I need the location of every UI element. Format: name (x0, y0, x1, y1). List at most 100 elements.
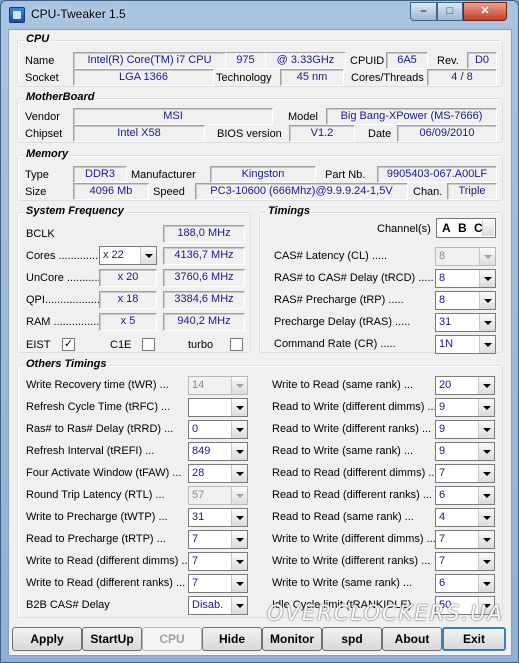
turbo-label: turbo (188, 339, 214, 351)
ram-frequency-value: 940,2 MHz (163, 313, 245, 331)
chevron-down-icon[interactable] (231, 553, 247, 570)
chevron-down-icon[interactable] (479, 336, 495, 353)
bios-version-value: V1.2 (289, 125, 355, 142)
other-right-select-6[interactable]: 6 (435, 486, 495, 505)
chevron-down-icon[interactable] (231, 377, 247, 394)
chevron-down-icon[interactable] (479, 270, 495, 287)
chevron-down-icon[interactable] (478, 509, 494, 526)
chevron-down-icon[interactable] (478, 575, 494, 592)
other-right-select-8[interactable]: 7 (435, 530, 495, 549)
timing-select-1[interactable]: 8 (435, 247, 496, 266)
vendor-label: Vendor (25, 111, 60, 123)
chevron-down-icon[interactable] (478, 399, 494, 416)
other-right-select-10[interactable]: 6 (435, 574, 495, 593)
chevron-down-icon[interactable] (231, 443, 247, 460)
maximize-button[interactable]: □ (437, 2, 463, 21)
other-left-select-6[interactable]: 57 (188, 486, 248, 505)
timing-select-3[interactable]: 8 (435, 291, 496, 310)
other-left-select-2[interactable] (188, 398, 248, 417)
chevron-down-icon[interactable] (479, 248, 495, 265)
chevron-down-icon[interactable] (140, 247, 156, 264)
chevron-down-icon[interactable] (231, 399, 247, 416)
cores-multiplier-text: x 22 (103, 249, 124, 261)
chevron-down-icon[interactable] (231, 487, 247, 504)
other-left-select-1[interactable]: 14 (188, 376, 248, 395)
other-right-select-2[interactable]: 9 (435, 398, 495, 417)
ram-multiplier-value: x 5 (99, 313, 157, 331)
vendor-value: MSI (73, 108, 273, 125)
other-right-select-1[interactable]: 20 (435, 376, 495, 395)
chevron-down-icon[interactable] (478, 531, 494, 548)
cores-threads-label: Cores/Threads (351, 72, 424, 84)
other-left-select-9[interactable]: 7 (188, 552, 248, 571)
chevron-down-icon[interactable] (231, 597, 247, 614)
other-right-select-9[interactable]: 7 (435, 552, 495, 571)
other-right-select-7[interactable]: 4 (435, 508, 495, 527)
eist-checkbox[interactable]: ✓ (62, 338, 75, 351)
chevron-down-icon[interactable] (231, 465, 247, 482)
monitor-button[interactable]: Monitor (262, 627, 322, 651)
chevron-down-icon[interactable] (482, 220, 494, 236)
mb-model-label: Model (288, 111, 318, 123)
other-left-select-4[interactable]: 849 (188, 442, 248, 461)
chipset-value: Intel X58 (73, 125, 205, 142)
title-bar[interactable]: CPU-Tweaker 1.5 – □ ✕ (1, 1, 518, 29)
spd-button[interactable]: spd (322, 627, 382, 651)
other-left-label-3: Ras# to Ras# Delay (tRRD) ... (26, 423, 174, 435)
hide-button[interactable]: Hide (202, 627, 262, 651)
memory-type-label: Type (25, 169, 49, 181)
chevron-down-icon[interactable] (478, 377, 494, 394)
other-right-select-5[interactable]: 7 (435, 464, 495, 483)
chevron-down-icon[interactable] (231, 421, 247, 438)
cpuid-value: 6A5 (386, 52, 428, 69)
other-right-select-2-text: 9 (439, 401, 446, 413)
watermark-text: OVERCLOCKERS.UA (267, 601, 505, 625)
chevron-down-icon[interactable] (478, 421, 494, 438)
other-right-select-9-text: 7 (439, 555, 446, 567)
chevron-down-icon[interactable] (478, 465, 494, 482)
c1e-checkbox[interactable] (142, 338, 155, 351)
timings-group: Timings Channel(s) A B C CAS# Latency (C… (259, 205, 503, 354)
apply-button[interactable]: Apply (12, 627, 82, 651)
other-left-select-7[interactable]: 31 (188, 508, 248, 527)
turbo-checkbox[interactable] (230, 338, 243, 351)
other-left-select-5[interactable]: 28 (188, 464, 248, 483)
cpu-button[interactable]: CPU (142, 627, 202, 651)
other-left-select-3[interactable]: 0 (188, 420, 248, 439)
part-number-value: 9905403-067.A00LF (377, 166, 497, 183)
motherboard-group: MotherBoard Vendor MSI Model Big Bang-XP… (17, 91, 503, 143)
channel-a-button[interactable]: A (442, 219, 451, 237)
chevron-down-icon[interactable] (231, 575, 247, 592)
bios-date-value: 06/09/2010 (397, 125, 497, 142)
minimize-button[interactable]: – (410, 2, 437, 21)
manufacturer-label: Manufacturer (131, 169, 196, 181)
cpu-tweaker-app-icon[interactable] (9, 7, 25, 23)
other-left-select-9-text: 7 (192, 555, 199, 567)
timing-select-2[interactable]: 8 (435, 269, 496, 288)
other-left-select-10[interactable]: 7 (188, 574, 248, 593)
other-right-select-5-text: 7 (439, 467, 446, 479)
chevron-down-icon[interactable] (478, 443, 494, 460)
other-right-select-4[interactable]: 9 (435, 442, 495, 461)
chevron-down-icon[interactable] (478, 553, 494, 570)
cores-multiplier-select[interactable]: x 22 (99, 246, 157, 265)
chevron-down-icon[interactable] (478, 487, 494, 504)
other-left-label-9: Write to Read (different dimms) ... (26, 555, 191, 567)
chevron-down-icon[interactable] (479, 314, 495, 331)
other-right-select-3[interactable]: 9 (435, 420, 495, 439)
chevron-down-icon[interactable] (479, 292, 495, 309)
rev-label: Rev. (437, 55, 459, 67)
timing-select-4[interactable]: 31 (435, 313, 496, 332)
channel-b-button[interactable]: B (458, 219, 467, 237)
chevron-down-icon[interactable] (231, 509, 247, 526)
close-button[interactable]: ✕ (463, 2, 507, 21)
about-button[interactable]: About (382, 627, 442, 651)
exit-button[interactable]: Exit (442, 627, 506, 651)
timing-label-5: Command Rate (CR) ..... (274, 338, 396, 350)
memory-size-value: 4096 Mb (73, 183, 149, 200)
timing-select-5[interactable]: 1N (435, 335, 496, 354)
startup-button[interactable]: StartUp (82, 627, 142, 651)
chevron-down-icon[interactable] (231, 531, 247, 548)
other-left-select-11[interactable]: Disab. (188, 596, 248, 615)
other-left-select-8[interactable]: 7 (188, 530, 248, 549)
